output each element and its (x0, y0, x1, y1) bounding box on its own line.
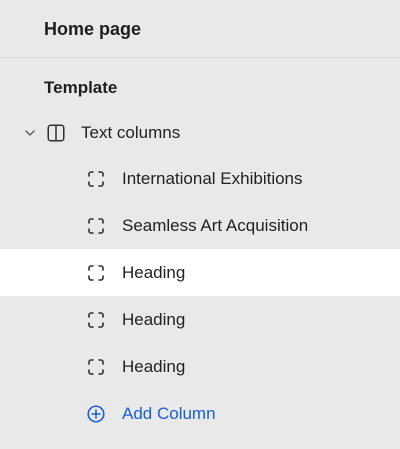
block-label: Heading (122, 262, 186, 282)
block-item-selected[interactable]: Heading (0, 249, 400, 296)
block-label: International Exhibitions (122, 168, 303, 188)
plus-circle-icon (86, 404, 106, 424)
add-column-label: Add Column (122, 403, 216, 423)
block-icon (86, 169, 106, 189)
block-item[interactable]: International Exhibitions (0, 155, 400, 202)
sidebar-header: Home page (0, 0, 400, 58)
block-label: Heading (122, 356, 186, 376)
add-column-button[interactable]: Add Column (0, 390, 400, 437)
section-tree: Text columns International Exhibitions S… (0, 111, 400, 437)
block-icon (86, 263, 106, 283)
columns-icon (46, 123, 66, 143)
block-item[interactable]: Seamless Art Acquisition (0, 202, 400, 249)
chevron-down-icon[interactable] (22, 125, 38, 141)
section-label: Text columns (81, 123, 181, 142)
block-icon (86, 216, 106, 236)
template-heading: Template (44, 78, 118, 97)
block-item[interactable]: Heading (0, 296, 400, 343)
block-icon (86, 310, 106, 330)
page-title: Home page (44, 18, 142, 39)
block-label: Seamless Art Acquisition (122, 215, 309, 235)
block-icon (86, 357, 106, 377)
block-item[interactable]: Heading (0, 343, 400, 390)
section-text-columns[interactable]: Text columns (0, 111, 400, 155)
theme-editor-sidebar: Home page Template Text columns Internat… (0, 0, 400, 449)
block-label: Heading (122, 309, 186, 329)
